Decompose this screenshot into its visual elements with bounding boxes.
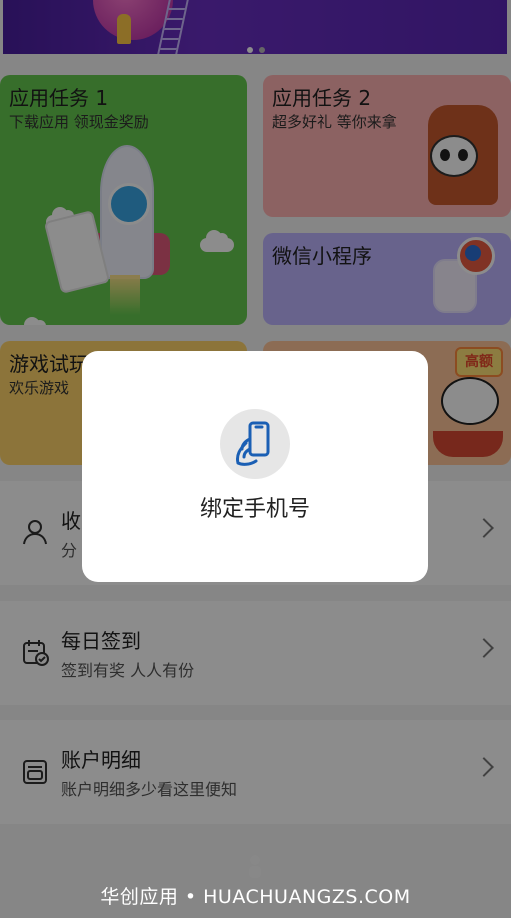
dialog-title: 绑定手机号 [199,497,310,522]
hand-phone-icon [220,409,290,479]
footer-watermark: 华创应用 • HUACHUANGZS.COM [100,886,411,908]
watermark-logo-icon [249,855,261,878]
hand-phone-icon-graphic [236,421,270,466]
bind-phone-dialog[interactable]: 绑定手机号 [82,351,428,582]
page-root: { "banner": { "pagination": { "active_in… [0,0,511,918]
